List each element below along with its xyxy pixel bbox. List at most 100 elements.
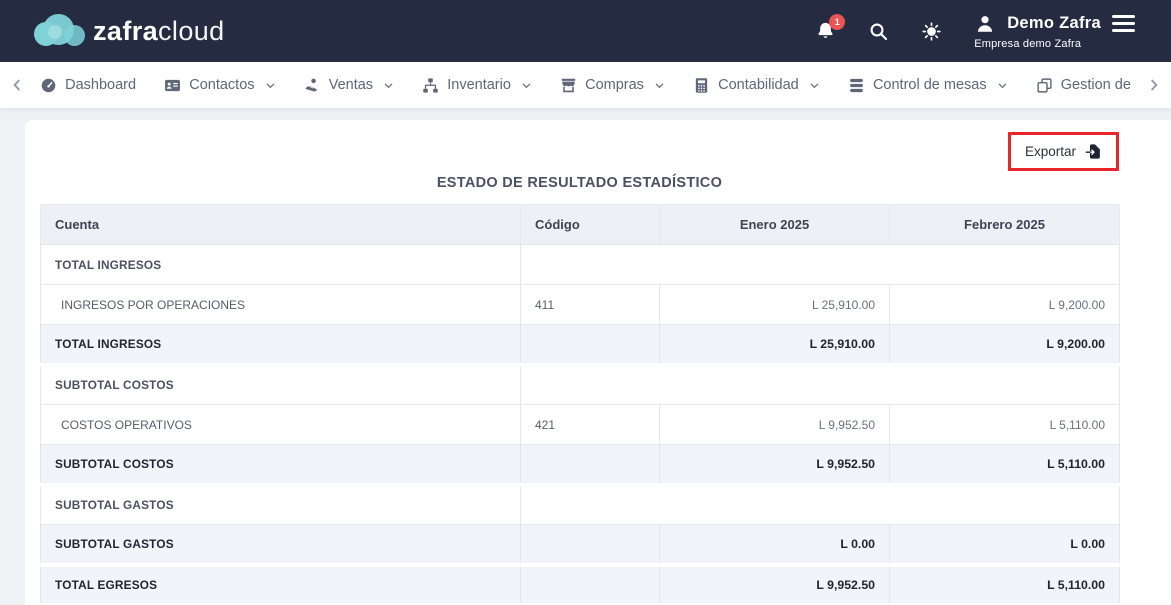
nav-item-gestion-de[interactable]: Gestion de [1036,77,1131,94]
cell-cuenta: TOTAL INGRESOS [40,324,521,367]
export-button[interactable]: Exportar [1011,135,1115,167]
nav-item-dashboard[interactable]: Dashboard [40,77,136,94]
cloud-logo-icon [34,13,86,49]
cell-enero: L 25,910.00 [659,284,890,325]
copy-icon [1036,77,1053,94]
cell-cuenta: INGRESOS POR OPERACIONES [40,284,521,325]
cell-enero: L 9,952.50 [659,564,890,605]
cell-codigo [520,564,660,605]
column-header-febrero: Febrero 2025 [889,204,1120,245]
brand-name: zafracloud [93,16,225,47]
cell-enero: L 9,952.50 [659,404,890,445]
cell-enero: L 0.00 [659,524,890,567]
nav-item-label: Contactos [189,77,255,93]
nav-item-label: Inventario [447,77,511,93]
report-title: ESTADO DE RESULTADO ESTADÍSTICO [436,175,723,191]
table-row-total: TOTAL INGRESOS L 25,910.00 L 9,200.00 [40,324,1120,367]
cell-empty [520,244,1120,285]
main-nav: Dashboard Contactos Ventas Inventario Co… [0,62,1171,108]
chevron-down-icon [809,80,820,91]
brand-logo[interactable]: zafracloud [34,13,225,49]
table-row-total: TOTAL EGRESOS L 9,952.50 L 5,110.00 [40,564,1120,605]
nav-item-label: Compras [585,77,644,93]
topbar-actions: 1 Demo Zafra Empresa demo Zafra [815,13,1135,50]
hamburger-icon[interactable] [1112,15,1135,32]
nav-item-label: Control de mesas [872,77,987,93]
bell-icon[interactable]: 1 [815,13,846,42]
nav-item-compras[interactable]: Compras [560,77,665,94]
topbar: zafracloud 1 Demo Zafra Empresa demo Zaf… [0,0,1171,62]
stacked-discs-icon [848,77,865,94]
nav-item-ventas[interactable]: Ventas [304,77,394,94]
cell-codigo [520,444,660,487]
table-row-detail: INGRESOS POR OPERACIONES 411 L 25,910.00… [40,284,1120,325]
hand-coin-icon [304,77,321,94]
cell-febrero: L 5,110.00 [889,564,1120,605]
cell-cuenta: COSTOS OPERATIVOS [40,404,521,445]
sitemap-icon [422,77,439,94]
id-card-icon [164,77,181,94]
table-row-detail: COSTOS OPERATIVOS 421 L 9,952.50 L 5,110… [40,404,1120,445]
column-header-codigo: Código [520,204,660,245]
annotation-highlight-box: Exportar [1007,131,1119,171]
search-icon[interactable] [868,21,889,42]
cell-febrero: L 5,110.00 [889,444,1120,487]
nav-items: Dashboard Contactos Ventas Inventario Co… [26,77,1145,94]
report-card: Exportar ESTADO DE RESULTADO ESTADÍSTICO… [25,120,1171,605]
nav-item-label: Ventas [328,77,374,93]
sun-icon[interactable] [921,21,942,42]
cell-empty [520,484,1120,525]
nav-item-inventario[interactable]: Inventario [422,77,532,94]
chevron-down-icon [521,80,532,91]
cell-codigo: 421 [520,404,660,445]
store-icon [560,77,577,94]
calculator-icon [693,77,710,94]
table-row-section: TOTAL INGRESOS [40,244,1120,285]
cell-cuenta: TOTAL EGRESOS [40,564,521,605]
cell-codigo [520,524,660,567]
cell-cuenta: SUBTOTAL GASTOS [40,484,521,525]
nav-item-label: Dashboard [65,77,137,93]
user-icon [974,13,996,35]
gauge-icon [40,77,57,94]
cell-febrero: L 5,110.00 [889,404,1120,445]
cell-cuenta: SUBTOTAL GASTOS [40,524,521,567]
chevron-down-icon [265,80,276,91]
nav-scroll-left-icon[interactable] [8,76,26,94]
cell-codigo [520,324,660,367]
cell-febrero: L 0.00 [889,524,1120,567]
nav-item-contabilidad[interactable]: Contabilidad [693,77,820,94]
nav-item-control-de-mesas[interactable]: Control de mesas [848,77,1008,94]
nav-scroll-right-icon[interactable] [1145,76,1163,94]
nav-item-label: Gestion de [1060,77,1131,93]
table-row-total: SUBTOTAL COSTOS L 9,952.50 L 5,110.00 [40,444,1120,487]
cell-cuenta: TOTAL INGRESOS [40,244,521,285]
brand-name-bold: zafra [93,15,159,46]
cell-enero: L 9,952.50 [659,444,890,487]
table-row-section: SUBTOTAL COSTOS [40,364,1120,405]
page-content: Exportar ESTADO DE RESULTADO ESTADÍSTICO… [0,108,1171,605]
chevron-down-icon [997,80,1008,91]
cell-empty [520,364,1120,405]
brand-name-light: cloud [158,15,225,46]
cell-codigo: 411 [520,284,660,325]
nav-item-contactos[interactable]: Contactos [164,77,275,94]
table-row-section: SUBTOTAL GASTOS [40,484,1120,525]
chevron-down-icon [383,80,394,91]
cell-febrero: L 9,200.00 [889,284,1120,325]
cell-febrero: L 9,200.00 [889,324,1120,367]
export-button-label: Exportar [1024,143,1076,159]
user-name: Demo Zafra [1007,14,1101,32]
report-table: Cuenta Código Enero 2025 Febrero 2025 TO… [40,204,1120,605]
table-row-total: SUBTOTAL GASTOS L 0.00 L 0.00 [40,524,1120,567]
chevron-down-icon [654,80,665,91]
user-company: Empresa demo Zafra [974,37,1082,50]
cell-enero: L 25,910.00 [659,324,890,367]
nav-item-label: Contabilidad [718,77,799,93]
notification-badge: 1 [829,13,846,30]
cell-cuenta: SUBTOTAL COSTOS [40,364,521,405]
cell-cuenta: SUBTOTAL COSTOS [40,444,521,487]
user-menu[interactable]: Demo Zafra Empresa demo Zafra [974,13,1135,50]
file-export-icon [1085,143,1100,159]
table-header-row: Cuenta Código Enero 2025 Febrero 2025 [40,204,1120,245]
